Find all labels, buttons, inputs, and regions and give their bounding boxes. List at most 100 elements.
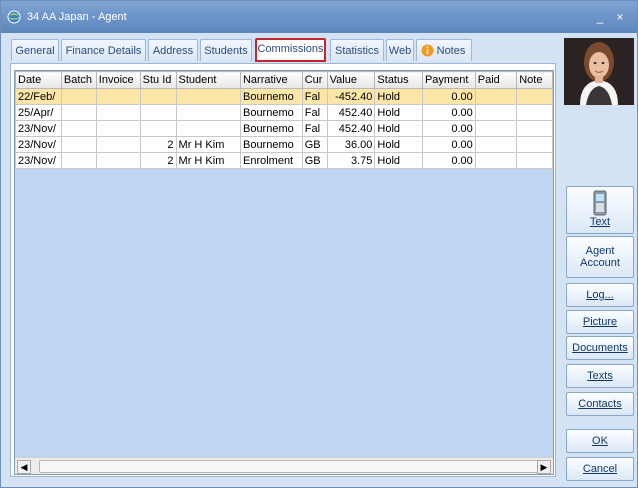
cell-narrative: Bournemo (239, 88, 303, 105)
cell-student: Mr H Kim (175, 136, 241, 153)
cell-payment: 0.00 (421, 120, 476, 137)
ok-button[interactable]: OK (566, 429, 634, 453)
cell-batch (60, 136, 97, 153)
table-row[interactable]: 23/Nov/ Bournemo Fal 452.40 Hold 0.00 (15, 120, 553, 137)
cell-date: 23/Nov/ (15, 152, 62, 169)
text-message-label: Text (589, 216, 611, 228)
col-payment[interactable]: Payment (421, 71, 476, 89)
text-message-button[interactable]: Text (566, 186, 634, 234)
cell-value: 36.00 (326, 136, 376, 153)
cell-stu-id: 2 (139, 152, 177, 169)
cell-invoice (95, 152, 141, 169)
cell-note (516, 120, 553, 137)
col-invoice[interactable]: Invoice (95, 71, 141, 89)
commissions-grid[interactable]: Date Batch Invoice Stu Id Student Narrat… (14, 70, 554, 475)
cell-note (516, 136, 553, 153)
cancel-label: Cancel (582, 463, 618, 475)
cell-stu-id (139, 88, 177, 105)
minimize-button[interactable]: _ (592, 9, 608, 25)
cell-student (175, 104, 241, 121)
tab-commissions[interactable]: Commissions (255, 38, 326, 62)
tab-students[interactable]: Students (200, 39, 252, 61)
col-stu-id[interactable]: Stu Id (139, 71, 177, 89)
mobile-phone-icon (593, 190, 607, 216)
scroll-right-icon[interactable]: ▶ (537, 460, 551, 474)
tab-statistics[interactable]: Statistics (330, 39, 384, 61)
cell-cur: Fal (301, 120, 328, 137)
horizontal-scrollbar[interactable]: ◀ ▶ (15, 457, 553, 474)
table-row[interactable]: 23/Nov/ 2 Mr H Kim Bournemo GB 36.00 Hol… (15, 136, 553, 153)
table-row[interactable]: 25/Apr/ Bournemo Fal 452.40 Hold 0.00 (15, 104, 553, 121)
cell-date: 23/Nov/ (15, 136, 62, 153)
tab-general[interactable]: General (11, 39, 59, 61)
table-header: Date Batch Invoice Stu Id Student Narrat… (15, 71, 553, 89)
cell-payment: 0.00 (421, 104, 476, 121)
cell-batch (60, 152, 97, 169)
col-cur[interactable]: Cur (301, 71, 328, 89)
cell-value: 3.75 (326, 152, 376, 169)
cancel-button[interactable]: Cancel (566, 457, 634, 481)
cell-batch (60, 88, 97, 105)
log-button[interactable]: Log... (566, 283, 634, 307)
col-date[interactable]: Date (15, 71, 62, 89)
cell-student (175, 120, 241, 137)
ok-label: OK (592, 435, 608, 447)
picture-label: Picture (582, 316, 618, 328)
cell-date: 25/Apr/ (15, 104, 62, 121)
scroll-left-icon[interactable]: ◀ (17, 460, 31, 474)
agent-account-button[interactable]: Agent Account (566, 236, 634, 278)
cell-stu-id (139, 104, 177, 121)
cell-invoice (95, 136, 141, 153)
log-label: Log... (586, 289, 614, 301)
cell-narrative: Bournemo (239, 136, 303, 153)
col-batch[interactable]: Batch (60, 71, 97, 89)
cell-value: -452.40 (326, 88, 376, 105)
info-icon (421, 44, 434, 57)
globe-icon (7, 10, 21, 24)
person-photo-icon (564, 38, 634, 105)
col-student[interactable]: Student (175, 71, 241, 89)
documents-button[interactable]: Documents (566, 336, 634, 360)
texts-button[interactable]: Texts (566, 364, 634, 388)
cell-paid (474, 136, 518, 153)
commissions-panel: Date Batch Invoice Stu Id Student Narrat… (10, 63, 556, 477)
cell-narrative: Bournemo (239, 104, 303, 121)
table-row[interactable]: 23/Nov/ 2 Mr H Kim Enrolment GB 3.75 Hol… (15, 152, 553, 169)
documents-label: Documents (572, 342, 628, 354)
cell-status: Hold (374, 136, 423, 153)
cell-note (516, 88, 553, 105)
cell-student (175, 88, 241, 105)
cell-status: Hold (374, 88, 423, 105)
tab-web[interactable]: Web (386, 39, 414, 61)
cell-cur: Fal (301, 104, 328, 121)
cell-date: 22/Feb/ (15, 88, 62, 105)
scrollbar-thumb[interactable] (39, 460, 539, 473)
cell-value: 452.40 (326, 120, 376, 137)
table-row[interactable]: 22/Feb/ Bournemo Fal -452.40 Hold 0.00 (15, 88, 553, 105)
tab-notes[interactable]: Notes (416, 39, 472, 61)
cell-student: Mr H Kim (175, 152, 241, 169)
cell-paid (474, 152, 518, 169)
cell-paid (474, 88, 518, 105)
contacts-button[interactable]: Contacts (566, 392, 634, 416)
cell-paid (474, 120, 518, 137)
col-value[interactable]: Value (326, 71, 376, 89)
col-note[interactable]: Note (516, 71, 553, 89)
tab-finance-details[interactable]: Finance Details (61, 39, 146, 61)
cell-invoice (95, 88, 141, 105)
col-paid[interactable]: Paid (474, 71, 518, 89)
picture-button[interactable]: Picture (566, 310, 634, 334)
cell-date: 23/Nov/ (15, 120, 62, 137)
tab-address[interactable]: Address (148, 39, 198, 61)
col-narrative[interactable]: Narrative (239, 71, 303, 89)
cell-status: Hold (374, 120, 423, 137)
col-status[interactable]: Status (374, 71, 423, 89)
cell-narrative: Bournemo (239, 120, 303, 137)
cell-payment: 0.00 (421, 136, 476, 153)
cell-payment: 0.00 (421, 88, 476, 105)
title-bar[interactable]: 34 AA Japan - Agent _ × (1, 1, 637, 33)
cell-value: 452.40 (326, 104, 376, 121)
close-button[interactable]: × (612, 9, 628, 25)
cell-cur: GB (301, 152, 328, 169)
cell-batch (60, 104, 97, 121)
